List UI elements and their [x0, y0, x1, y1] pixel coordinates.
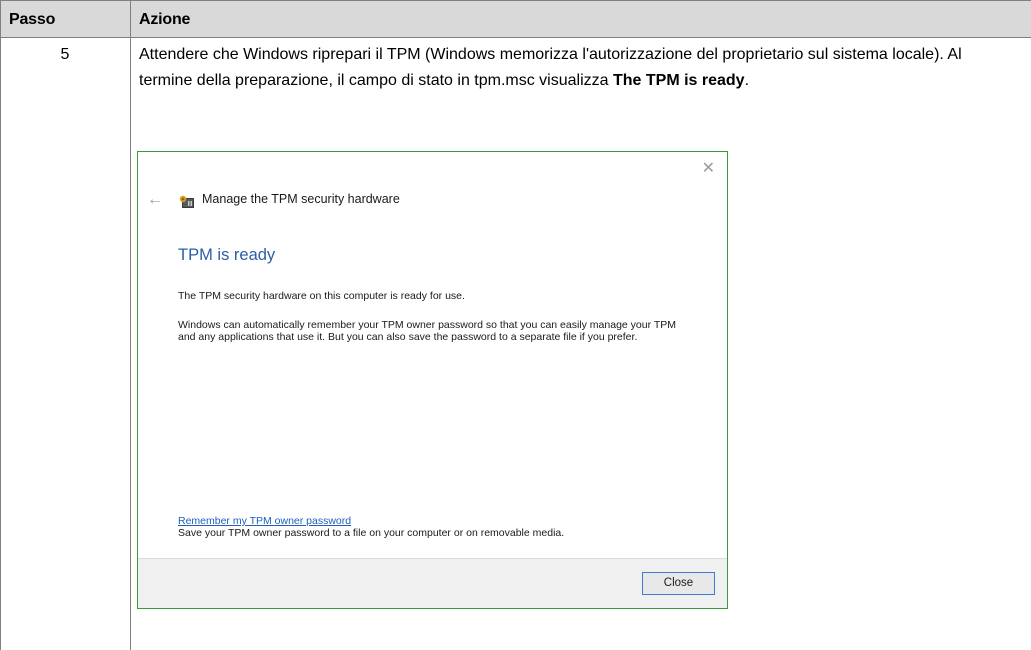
dialog-paragraph-status: The TPM security hardware on this comput… — [178, 290, 465, 302]
close-icon[interactable]: ✕ — [702, 158, 715, 178]
dialog-paragraph-info: Windows can automatically remember your … — [178, 319, 676, 343]
tpm-dialog-screenshot: ✕ ← Manage the TPM security hardware TPM… — [137, 151, 728, 609]
tpm-security-icon — [179, 195, 194, 208]
table-border-left — [0, 0, 1, 650]
action-text: Attendere che Windows riprepari il TPM (… — [139, 42, 1019, 94]
step-number: 5 — [60, 46, 70, 63]
back-arrow-icon[interactable]: ← — [147, 191, 163, 209]
dialog-heading: TPM is ready — [178, 246, 276, 264]
action-text-emphasis: The TPM is ready — [612, 72, 745, 89]
close-button[interactable]: Close — [642, 572, 715, 595]
header-step: Passo — [9, 11, 56, 28]
action-text-main: Attendere che Windows riprepari il TPM (… — [139, 46, 962, 89]
dialog-title: Manage the TPM security hardware — [202, 192, 400, 206]
remember-password-link[interactable]: Remember my TPM owner password — [178, 515, 351, 527]
dialog-footer: Close — [138, 558, 727, 608]
procedure-table: Passo Azione 5 Attendere che Windows rip… — [0, 0, 1031, 650]
action-text-end: . — [744, 72, 750, 89]
table-header-row: Passo Azione — [0, 0, 1031, 38]
header-action: Azione — [139, 11, 191, 28]
column-divider — [130, 0, 131, 650]
remember-password-description: Save your TPM owner password to a file o… — [178, 527, 565, 539]
